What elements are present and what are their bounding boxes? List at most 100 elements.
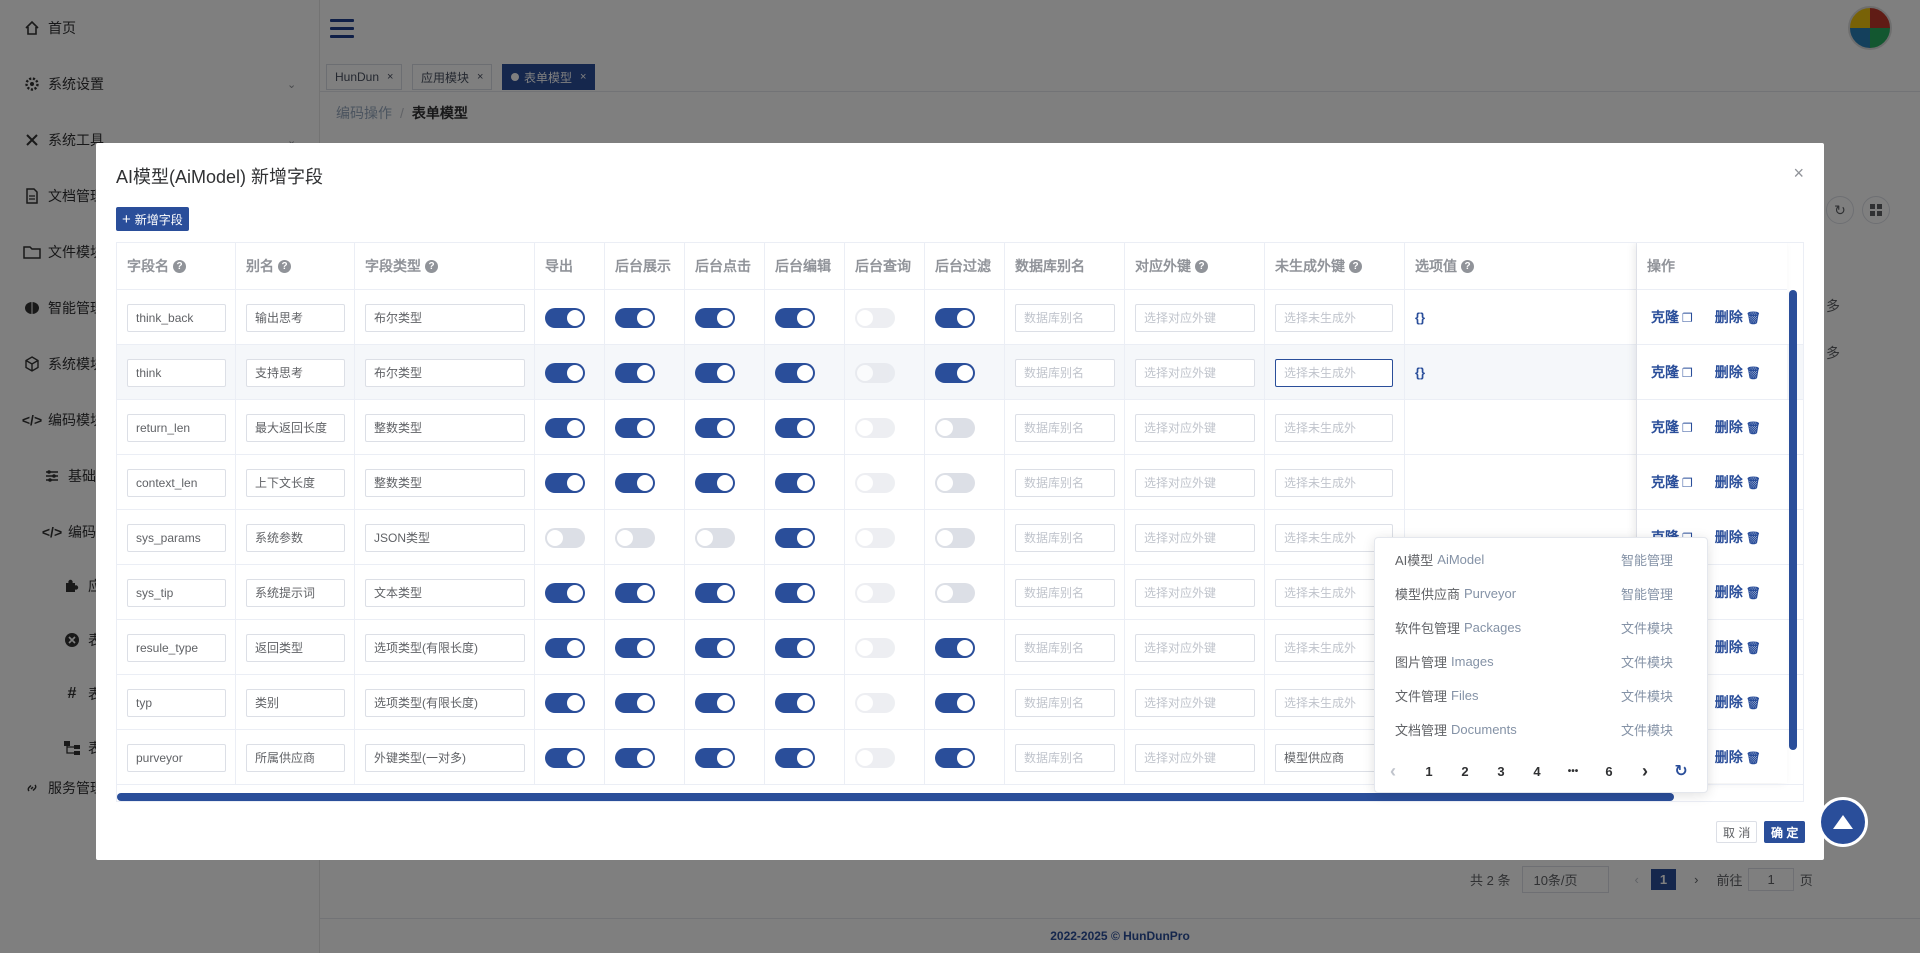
toggle-switch[interactable] bbox=[855, 417, 895, 438]
toggle-switch[interactable] bbox=[545, 307, 585, 328]
clone-button[interactable]: 克隆❐ bbox=[1651, 417, 1693, 437]
help-icon[interactable]: ? bbox=[1195, 259, 1208, 273]
clone-button[interactable]: 克隆❐ bbox=[1651, 472, 1693, 492]
toggle-switch[interactable] bbox=[615, 472, 655, 493]
toggle-switch[interactable] bbox=[775, 362, 815, 383]
dropdown-option[interactable]: AI模型 AiModel 智能管理 bbox=[1375, 542, 1709, 576]
foreign-key-select[interactable]: 选择对应外键 bbox=[1135, 578, 1255, 607]
toggle-switch[interactable] bbox=[695, 582, 735, 603]
toggle-switch[interactable] bbox=[615, 417, 655, 438]
pager-next-icon[interactable]: › bbox=[1627, 761, 1663, 782]
toggle-switch[interactable] bbox=[855, 527, 895, 548]
pager-prev-icon[interactable]: ‹ bbox=[1375, 761, 1411, 782]
toggle-switch[interactable] bbox=[935, 362, 975, 383]
help-icon[interactable]: ? bbox=[173, 259, 186, 273]
clone-button[interactable]: 克隆❐ bbox=[1651, 307, 1693, 327]
field-type-select[interactable]: 文本类型 bbox=[365, 578, 525, 607]
toggle-switch[interactable] bbox=[695, 527, 735, 548]
toggle-switch[interactable] bbox=[935, 692, 975, 713]
delete-button[interactable]: 删除 🗑 bbox=[1715, 747, 1761, 767]
db-alias-input[interactable]: 数据库别名 bbox=[1015, 523, 1115, 552]
field-type-select[interactable]: JSON类型 bbox=[365, 523, 525, 552]
alias-input[interactable]: 类别 bbox=[246, 688, 345, 717]
toggle-switch[interactable] bbox=[695, 362, 735, 383]
toggle-switch[interactable] bbox=[615, 582, 655, 603]
db-alias-input[interactable]: 数据库别名 bbox=[1015, 743, 1115, 772]
toggle-switch[interactable] bbox=[695, 692, 735, 713]
toggle-switch[interactable] bbox=[855, 747, 895, 768]
toggle-switch[interactable] bbox=[935, 307, 975, 328]
foreign-key-select[interactable]: 选择对应外键 bbox=[1135, 303, 1255, 332]
pager-page[interactable]: 6 bbox=[1591, 764, 1627, 779]
ungenerated-fk-select[interactable]: 选择未生成外 bbox=[1275, 358, 1393, 387]
toggle-switch[interactable] bbox=[545, 582, 585, 603]
toggle-switch[interactable] bbox=[545, 417, 585, 438]
db-alias-input[interactable]: 数据库别名 bbox=[1015, 303, 1115, 332]
field-type-select[interactable]: 选项类型(有限长度) bbox=[365, 688, 525, 717]
delete-button[interactable]: 删除 🗑 bbox=[1715, 307, 1761, 327]
foreign-key-select[interactable]: 选择对应外键 bbox=[1135, 743, 1255, 772]
pager-page[interactable]: 1 bbox=[1411, 764, 1447, 779]
toggle-switch[interactable] bbox=[775, 692, 815, 713]
toggle-switch[interactable] bbox=[855, 582, 895, 603]
foreign-key-select[interactable]: 选择对应外键 bbox=[1135, 633, 1255, 662]
alias-input[interactable]: 输出思考 bbox=[246, 303, 345, 332]
field-name-input[interactable]: typ bbox=[127, 688, 226, 717]
help-icon[interactable]: ? bbox=[425, 259, 438, 273]
toggle-switch[interactable] bbox=[615, 307, 655, 328]
help-icon[interactable]: ? bbox=[1349, 259, 1362, 273]
cancel-button[interactable]: 取 消 bbox=[1716, 821, 1758, 843]
back-to-top-button[interactable] bbox=[1818, 797, 1868, 847]
toggle-switch[interactable] bbox=[545, 472, 585, 493]
dropdown-option[interactable]: 图片管理 Images 文件模块 bbox=[1375, 644, 1709, 678]
toggle-switch[interactable] bbox=[615, 362, 655, 383]
delete-button[interactable]: 删除 🗑 bbox=[1715, 417, 1761, 437]
toggle-switch[interactable] bbox=[615, 637, 655, 658]
help-icon[interactable]: ? bbox=[278, 259, 291, 273]
field-type-select[interactable]: 整数类型 bbox=[365, 413, 525, 442]
db-alias-input[interactable]: 数据库别名 bbox=[1015, 358, 1115, 387]
toggle-switch[interactable] bbox=[615, 747, 655, 768]
delete-button[interactable]: 删除 🗑 bbox=[1715, 472, 1761, 492]
toggle-switch[interactable] bbox=[695, 472, 735, 493]
foreign-key-select[interactable]: 选择对应外键 bbox=[1135, 688, 1255, 717]
toggle-switch[interactable] bbox=[855, 307, 895, 328]
field-name-input[interactable]: sys_tip bbox=[127, 578, 226, 607]
toggle-switch[interactable] bbox=[695, 307, 735, 328]
close-icon[interactable]: × bbox=[1793, 163, 1804, 184]
db-alias-input[interactable]: 数据库别名 bbox=[1015, 633, 1115, 662]
vertical-scrollbar[interactable] bbox=[1789, 290, 1797, 750]
dropdown-option[interactable]: 文件管理 Files 文件模块 bbox=[1375, 678, 1709, 712]
toggle-switch[interactable] bbox=[855, 362, 895, 383]
foreign-key-select[interactable]: 选择对应外键 bbox=[1135, 523, 1255, 552]
delete-button[interactable]: 删除 🗑 bbox=[1715, 582, 1761, 602]
ungenerated-fk-select[interactable]: 选择未生成外 bbox=[1275, 468, 1393, 497]
toggle-switch[interactable] bbox=[545, 527, 585, 548]
alias-input[interactable]: 系统提示词 bbox=[246, 578, 345, 607]
toggle-switch[interactable] bbox=[855, 472, 895, 493]
toggle-switch[interactable] bbox=[935, 472, 975, 493]
toggle-switch[interactable] bbox=[775, 527, 815, 548]
confirm-button[interactable]: 确 定 bbox=[1764, 821, 1806, 843]
clone-button[interactable]: 克隆❐ bbox=[1651, 362, 1693, 382]
alias-input[interactable]: 支持思考 bbox=[246, 358, 345, 387]
toggle-switch[interactable] bbox=[935, 527, 975, 548]
toggle-switch[interactable] bbox=[775, 637, 815, 658]
field-type-select[interactable]: 外键类型(一对多) bbox=[365, 743, 525, 772]
field-name-input[interactable]: purveyor bbox=[127, 743, 226, 772]
field-name-input[interactable]: return_len bbox=[127, 413, 226, 442]
alias-input[interactable]: 最大返回长度 bbox=[246, 413, 345, 442]
pager-page[interactable]: 2 bbox=[1447, 764, 1483, 779]
pager-ellipsis[interactable]: ••• bbox=[1555, 766, 1591, 777]
toggle-switch[interactable] bbox=[615, 692, 655, 713]
delete-button[interactable]: 删除 🗑 bbox=[1715, 637, 1761, 657]
ungenerated-fk-select[interactable]: 选择未生成外 bbox=[1275, 303, 1393, 332]
db-alias-input[interactable]: 数据库别名 bbox=[1015, 688, 1115, 717]
foreign-key-select[interactable]: 选择对应外键 bbox=[1135, 413, 1255, 442]
toggle-switch[interactable] bbox=[775, 747, 815, 768]
alias-input[interactable]: 上下文长度 bbox=[246, 468, 345, 497]
alias-input[interactable]: 系统参数 bbox=[246, 523, 345, 552]
toggle-switch[interactable] bbox=[695, 637, 735, 658]
toggle-switch[interactable] bbox=[855, 637, 895, 658]
toggle-switch[interactable] bbox=[695, 417, 735, 438]
